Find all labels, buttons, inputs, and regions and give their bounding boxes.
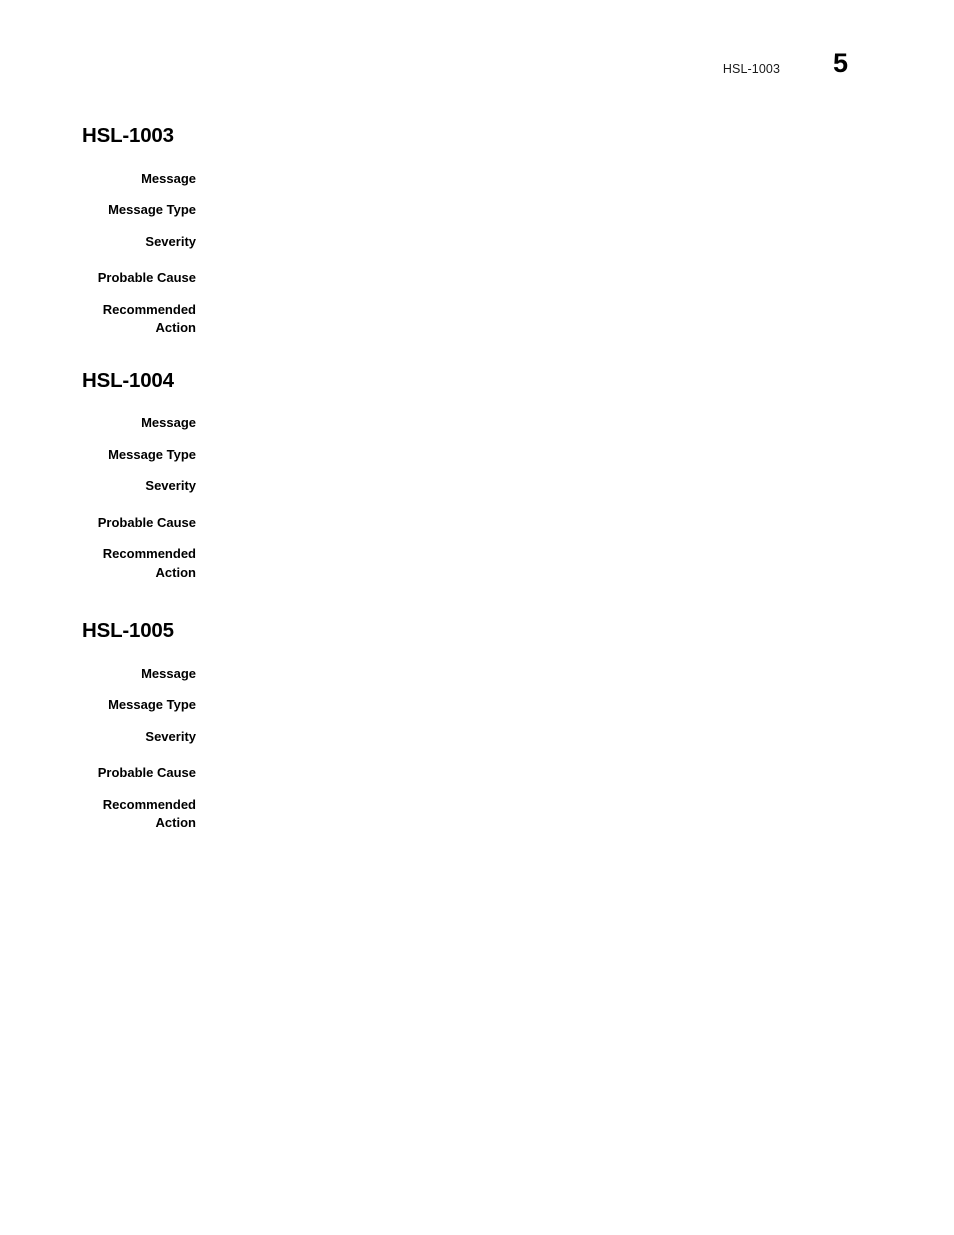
message-section: HSL-1004 Message Message Type Severity P… [82, 368, 872, 583]
field-row-probable-cause: Probable Cause [82, 269, 872, 288]
field-label: Message Type [108, 446, 196, 462]
field-label: Message [141, 415, 196, 431]
field-label: Recommended Action [102, 546, 196, 580]
field-label: Probable Cause [97, 514, 196, 530]
field-label: Recommended Action [102, 301, 196, 336]
section-heading: HSL-1004 [82, 368, 174, 392]
field-row-message-type: Message Type [82, 201, 872, 220]
field-value [196, 269, 872, 288]
section-heading: HSL-1005 [82, 619, 174, 643]
field-label: Severity [145, 478, 196, 494]
field-row-recommended-action: Recommended Action [82, 301, 872, 338]
field-value [196, 301, 872, 320]
field-value [196, 477, 872, 496]
field-row-message: Message [82, 665, 872, 684]
field-label: Severity [145, 728, 196, 744]
field-value [196, 545, 872, 564]
field-label: Probable Cause [97, 765, 196, 781]
field-value [196, 514, 872, 533]
field-value [196, 764, 872, 783]
page-number: 5 [832, 48, 848, 78]
field-row-severity: Severity [82, 477, 872, 496]
document-page: HSL-1003 5 HSL-1003 Message Message Type… [0, 0, 954, 1235]
header-document-id: HSL-1003 [722, 62, 780, 76]
field-label: Probable Cause [97, 270, 196, 286]
field-row-message: Message [82, 414, 872, 433]
field-label: Recommended Action [102, 796, 196, 831]
field-row-recommended-action: Recommended Action [82, 545, 872, 582]
field-row-recommended-action: Recommended Action [82, 796, 872, 833]
field-row-message-type: Message Type [82, 696, 872, 715]
field-row-severity: Severity [82, 233, 872, 252]
field-value [196, 796, 872, 815]
field-value [196, 414, 872, 433]
message-section: HSL-1003 Message Message Type Severity P… [82, 124, 872, 338]
field-label: Severity [145, 233, 196, 249]
field-row-severity: Severity [82, 728, 872, 747]
field-value [196, 728, 872, 747]
field-row-message-type: Message Type [82, 446, 872, 465]
page-content: HSL-1003 Message Message Type Severity P… [82, 124, 872, 865]
section-heading: HSL-1003 [82, 124, 174, 147]
field-value [196, 665, 872, 684]
field-value [196, 170, 872, 189]
field-label: Message [141, 665, 196, 681]
field-label: Message [141, 170, 196, 186]
field-label: Message Type [108, 202, 196, 218]
field-label: Message Type [108, 697, 196, 713]
field-value [196, 201, 872, 220]
field-value [196, 696, 872, 715]
running-header: HSL-1003 5 [82, 50, 872, 94]
field-row-probable-cause: Probable Cause [82, 514, 872, 533]
field-value [196, 446, 872, 465]
message-section: HSL-1005 Message Message Type Severity P… [82, 620, 872, 833]
field-value [196, 233, 872, 252]
field-row-probable-cause: Probable Cause [82, 764, 872, 783]
field-row-message: Message [82, 170, 872, 189]
